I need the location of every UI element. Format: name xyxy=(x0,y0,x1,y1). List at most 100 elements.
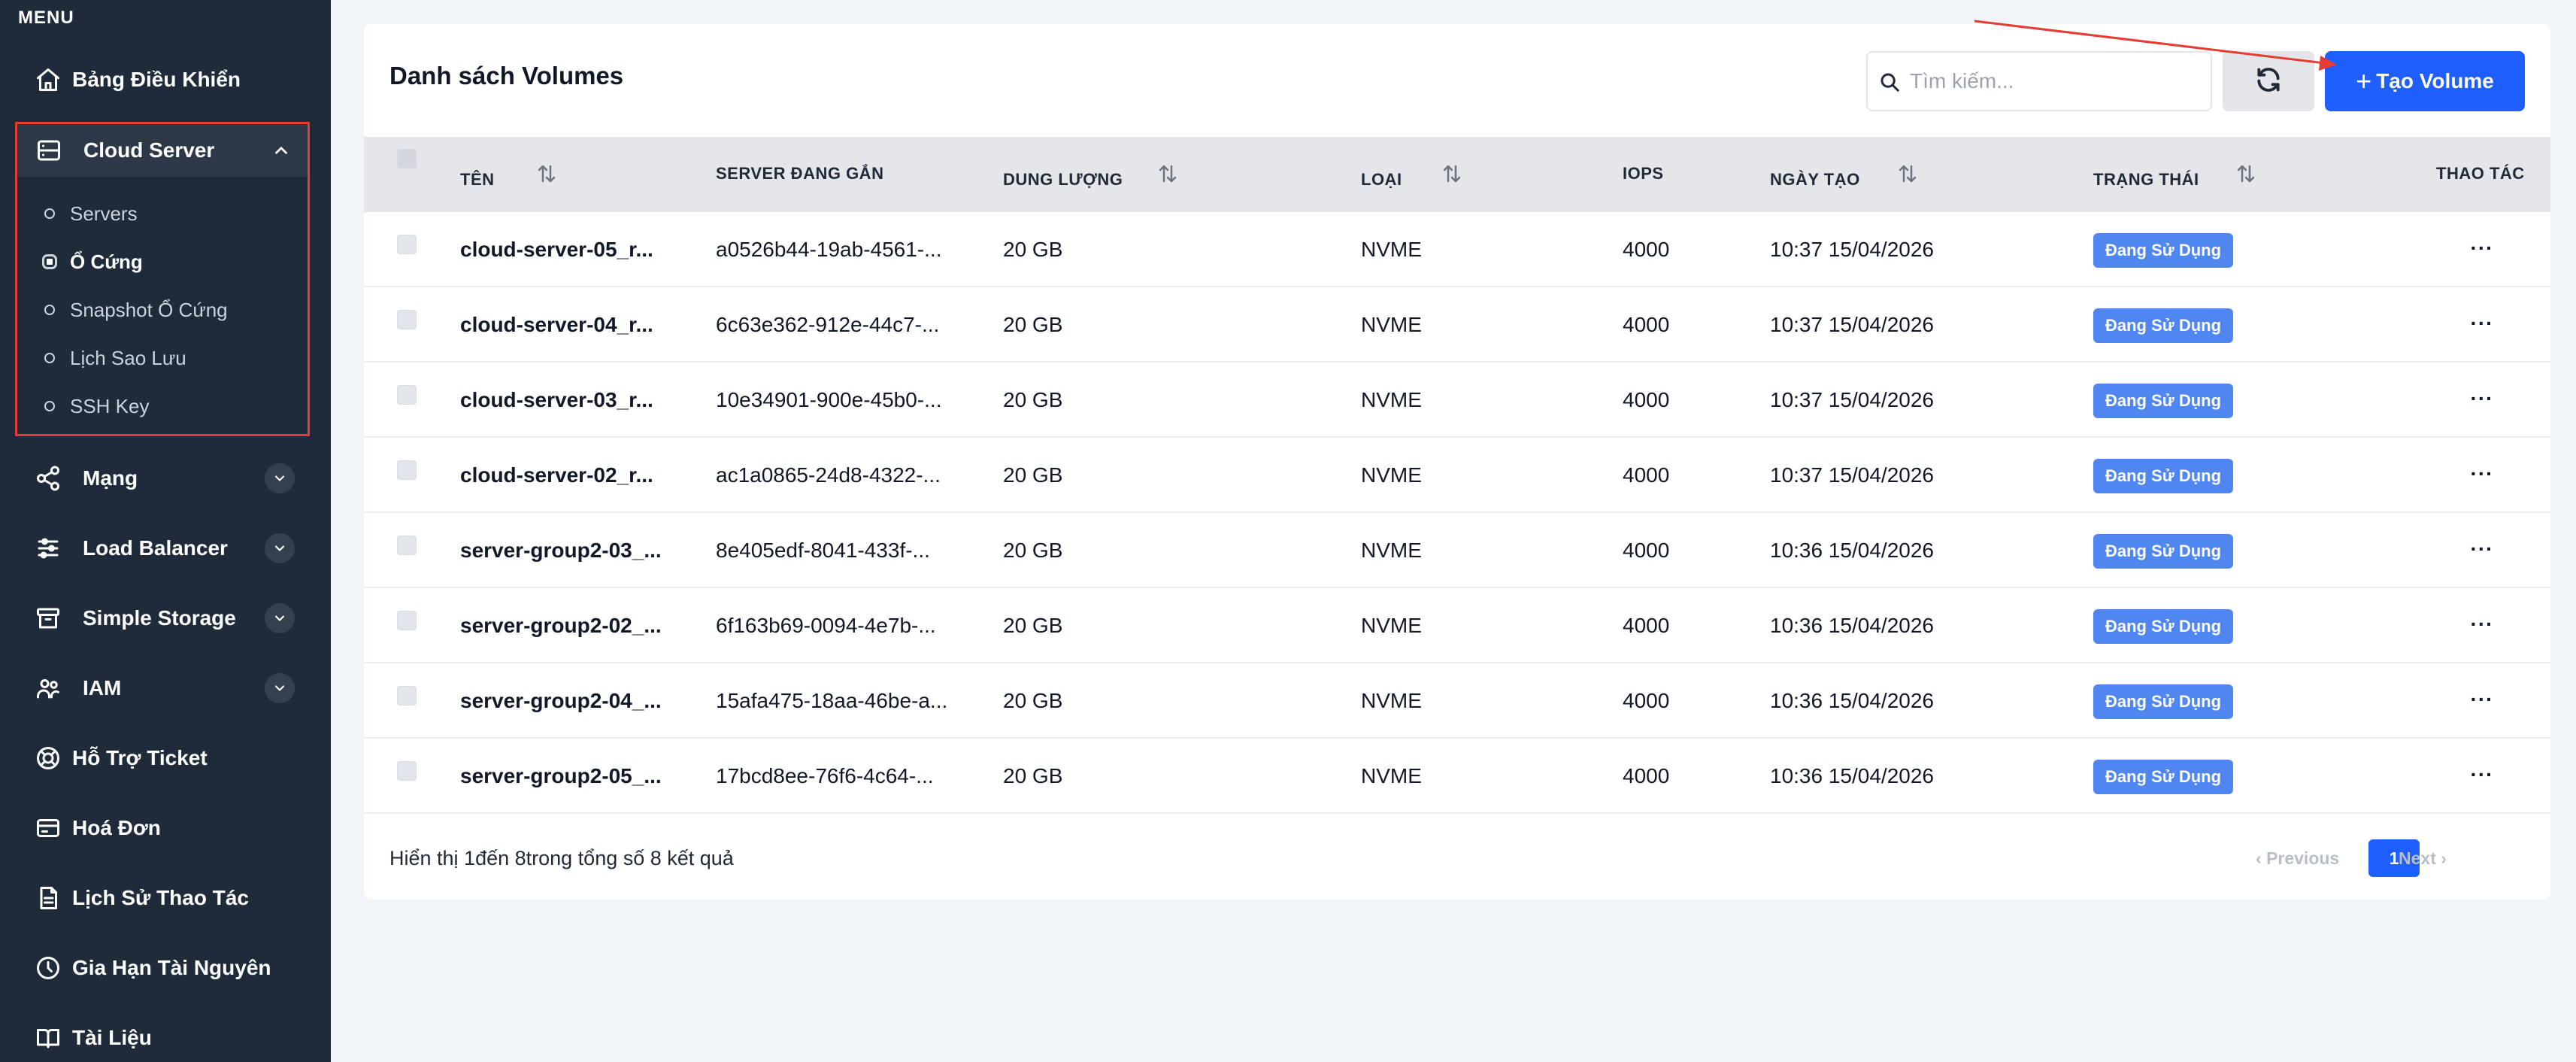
column-header-status[interactable]: TRẠNG THÁI xyxy=(2093,170,2199,190)
column-header-iops: IOPS xyxy=(1623,164,1664,183)
row-checkbox[interactable] xyxy=(397,460,417,480)
volume-name[interactable]: cloud-server-03_r... xyxy=(460,388,653,412)
sidebar-item-docs[interactable]: Tài Liệu xyxy=(0,1008,331,1062)
sidebar-item-support-ticket[interactable]: Hỗ Trợ Ticket xyxy=(0,728,331,788)
sidebar-item-label: Mạng xyxy=(83,466,138,490)
chevron-down-icon[interactable] xyxy=(265,533,295,563)
more-actions-icon[interactable]: ··· xyxy=(2463,457,2501,490)
status-badge: Đang Sử Dụng xyxy=(2093,233,2234,268)
capacity: 20 GB xyxy=(1003,539,1063,562)
table-row[interactable]: server-group2-02_... 6f163b69-0094-4e7b-… xyxy=(364,588,2550,663)
volume-name[interactable]: server-group2-05_... xyxy=(460,764,662,788)
row-checkbox[interactable] xyxy=(397,536,417,555)
sidebar-item-label: Bảng Điều Khiển xyxy=(72,68,241,91)
iops: 4000 xyxy=(1623,689,1670,712)
sidebar-item-invoice[interactable]: Hoá Đơn xyxy=(0,798,331,858)
sidebar-subitem-snapshot[interactable]: Snapshot Ổ Cứng xyxy=(17,287,308,332)
column-header-name[interactable]: TÊN xyxy=(460,170,495,190)
row-checkbox[interactable] xyxy=(397,235,417,254)
sidebar-subitem-ssh-key[interactable]: SSH Key xyxy=(17,383,308,428)
capacity: 20 GB xyxy=(1003,388,1063,411)
created-date: 10:37 15/04/2026 xyxy=(1770,388,1934,411)
attached-server: 6f163b69-0094-4e7b-... xyxy=(716,614,936,637)
row-checkbox[interactable] xyxy=(397,761,417,781)
status-badge: Đang Sử Dụng xyxy=(2093,684,2234,719)
sidebar-subitem-servers[interactable]: Servers xyxy=(17,190,308,235)
search-box[interactable] xyxy=(1866,51,2212,111)
sort-icon[interactable] xyxy=(535,162,558,185)
sliders-icon xyxy=(35,535,62,562)
search-icon xyxy=(1878,71,1901,93)
iops: 4000 xyxy=(1623,614,1670,637)
create-volume-label: Tạo Volume xyxy=(2376,69,2494,93)
more-actions-icon[interactable]: ··· xyxy=(2463,758,2501,791)
more-actions-icon[interactable]: ··· xyxy=(2463,608,2501,641)
volume-name[interactable]: cloud-server-05_r... xyxy=(460,238,653,262)
column-header-type[interactable]: LOẠI xyxy=(1361,170,1402,190)
sidebar-item-label: Load Balancer xyxy=(83,536,228,560)
attached-server: 10e34901-900e-45b0-... xyxy=(716,388,942,411)
chevron-down-icon[interactable] xyxy=(265,603,295,633)
volume-name[interactable]: cloud-server-02_r... xyxy=(460,463,653,487)
chevron-down-icon[interactable] xyxy=(265,463,295,493)
select-all-checkbox[interactable] xyxy=(397,149,417,168)
row-checkbox[interactable] xyxy=(397,385,417,405)
sort-icon[interactable] xyxy=(2235,162,2257,185)
table-row[interactable]: server-group2-03_... 8e405edf-8041-433f-… xyxy=(364,513,2550,588)
iops: 4000 xyxy=(1623,388,1670,411)
more-actions-icon[interactable]: ··· xyxy=(2463,533,2501,566)
sidebar-item-label: Hoá Đơn xyxy=(72,816,161,839)
sidebar-item-iam[interactable]: IAM xyxy=(0,658,331,718)
sidebar-item-load-balancer[interactable]: Load Balancer xyxy=(0,518,331,578)
table-row[interactable]: cloud-server-04_r... 6c63e362-912e-44c7-… xyxy=(364,287,2550,363)
sidebar-item-dashboard[interactable]: Bảng Điều Khiển xyxy=(0,50,331,110)
sidebar-subitem-o-cung[interactable]: Ổ Cứng xyxy=(17,238,308,284)
sort-icon[interactable] xyxy=(1441,162,1463,185)
table-row[interactable]: cloud-server-02_r... ac1a0865-24d8-4322-… xyxy=(364,438,2550,513)
sort-icon[interactable] xyxy=(1156,162,1179,185)
column-header-created[interactable]: NGÀY TẠO xyxy=(1770,170,1860,190)
sidebar-item-simple-storage[interactable]: Simple Storage xyxy=(0,588,331,648)
bullet-icon xyxy=(44,401,55,411)
row-checkbox[interactable] xyxy=(397,686,417,705)
row-checkbox[interactable] xyxy=(397,310,417,329)
volume-name[interactable]: server-group2-03_... xyxy=(460,539,662,563)
sidebar-item-cloud-server[interactable]: Cloud Server xyxy=(17,124,308,177)
sidebar-subitem-backup-schedule[interactable]: Lịch Sao Lưu xyxy=(17,335,308,380)
capacity: 20 GB xyxy=(1003,764,1063,787)
volume-name[interactable]: server-group2-02_... xyxy=(460,614,662,638)
more-actions-icon[interactable]: ··· xyxy=(2463,382,2501,415)
sidebar-subitem-label: Lịch Sao Lưu xyxy=(70,347,186,369)
clock-icon xyxy=(35,954,62,982)
table-row[interactable]: server-group2-04_... 15afa475-18aa-46be-… xyxy=(364,663,2550,739)
volume-name[interactable]: cloud-server-04_r... xyxy=(460,313,653,337)
table-row[interactable]: server-group2-05_... 17bcd8ee-76f6-4c64-… xyxy=(364,739,2550,814)
capacity: 20 GB xyxy=(1003,689,1063,712)
iops: 4000 xyxy=(1623,764,1670,787)
more-actions-icon[interactable]: ··· xyxy=(2463,232,2501,265)
search-input[interactable] xyxy=(1910,63,2203,99)
more-actions-icon[interactable]: ··· xyxy=(2463,683,2501,716)
sidebar-item-network[interactable]: Mạng xyxy=(0,448,331,508)
column-header-capacity[interactable]: DUNG LƯỢNG xyxy=(1003,170,1123,190)
refresh-button[interactable] xyxy=(2223,51,2314,111)
table-row[interactable]: cloud-server-05_r... a0526b44-19ab-4561-… xyxy=(364,212,2550,287)
sidebar-item-renew[interactable]: Gia Hạn Tài Nguyên xyxy=(0,938,331,998)
sidebar-item-history[interactable]: Lịch Sử Thao Tác xyxy=(0,868,331,928)
attached-server: 15afa475-18aa-46be-a... xyxy=(716,689,948,712)
sort-icon[interactable] xyxy=(1896,162,1919,185)
share-icon xyxy=(35,465,62,492)
pagination-previous[interactable]: ‹ Previous xyxy=(2256,848,2339,869)
attached-server: 8e405edf-8041-433f-... xyxy=(716,539,930,562)
table-row[interactable]: cloud-server-03_r... 10e34901-900e-45b0-… xyxy=(364,363,2550,438)
chevron-up-icon[interactable] xyxy=(271,141,291,160)
more-actions-icon[interactable]: ··· xyxy=(2463,307,2501,340)
column-header-actions: THAO TÁC xyxy=(2436,164,2525,183)
status-badge: Đang Sử Dụng xyxy=(2093,384,2234,418)
chevron-down-icon[interactable] xyxy=(265,673,295,703)
create-volume-button[interactable]: + Tạo Volume xyxy=(2325,51,2525,111)
row-checkbox[interactable] xyxy=(397,611,417,630)
iops: 4000 xyxy=(1623,539,1670,562)
volume-name[interactable]: server-group2-04_... xyxy=(460,689,662,713)
pagination-next[interactable]: Next › xyxy=(2399,848,2447,869)
